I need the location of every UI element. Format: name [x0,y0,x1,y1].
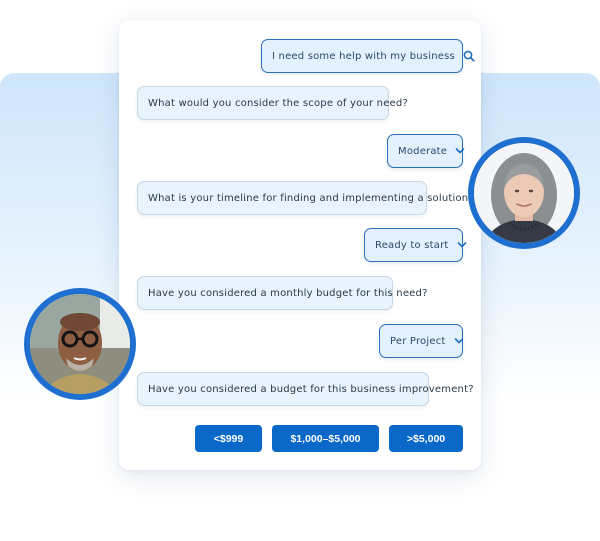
budget-type-select[interactable]: Per Project [379,324,463,358]
avatar-woman [468,137,580,249]
select-value: Ready to start [375,239,449,251]
question-bubble-budget: Have you considered a budget for this bu… [137,372,474,406]
timeline-select[interactable]: Ready to start [364,228,466,262]
budget-option-under-999-button[interactable]: <$999 [195,425,262,452]
chevron-down-icon [455,147,465,155]
chevron-down-icon [457,241,467,249]
select-value: Per Project [390,335,446,347]
question-bubble-monthly-budget: Have you considered a monthly budget for… [137,276,427,310]
search-icon[interactable] [463,50,475,62]
chat-card: I need some help with my business What w… [119,20,481,470]
user-query-bubble[interactable]: I need some help with my business [261,39,475,73]
question-bubble-timeline: What is your timeline for finding and im… [137,181,474,215]
user-query-text: I need some help with my business [272,50,455,62]
avatar-man [24,288,136,400]
scope-select[interactable]: Moderate [387,134,465,168]
question-bubble-scope: What would you consider the scope of you… [137,86,408,120]
select-value: Moderate [398,145,448,157]
question-text: What would you consider the scope of you… [148,97,408,109]
question-text: Have you considered a budget for this bu… [148,383,474,395]
chevron-down-icon [454,337,464,345]
budget-option-over-5000-button[interactable]: >$5,000 [389,425,463,452]
question-text: What is your timeline for finding and im… [148,192,474,204]
budget-option-1000-5000-button[interactable]: $1,000–$5,000 [272,425,379,452]
question-text: Have you considered a monthly budget for… [148,287,428,299]
